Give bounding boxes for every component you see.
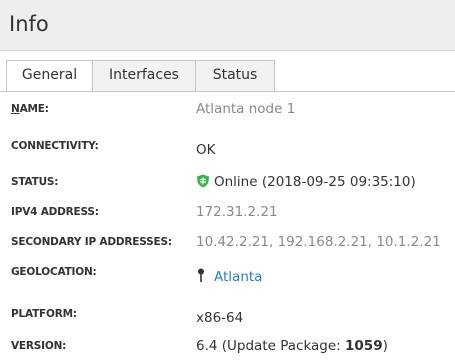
row-geolocation: GEOLOCATION: Atlanta bbox=[0, 262, 455, 285]
ipv4-value: 172.31.2.21 bbox=[196, 204, 278, 220]
tab-bar: General Interfaces Status bbox=[0, 60, 455, 92]
tab-interfaces[interactable]: Interfaces bbox=[92, 60, 196, 91]
geolocation-label: GEOLOCATION: bbox=[11, 266, 97, 278]
version-label: VERSION: bbox=[11, 340, 67, 352]
connectivity-value: OK bbox=[196, 142, 216, 158]
row-name: NAME: Atlanta node 1 bbox=[0, 99, 455, 119]
tab-status[interactable]: Status bbox=[195, 60, 275, 91]
ipv4-label: IPV4 ADDRESS: bbox=[11, 206, 99, 218]
status-label: STATUS: bbox=[11, 176, 59, 188]
status-value: Online (2018-09-25 09:35:10) bbox=[196, 172, 416, 192]
map-pin-icon bbox=[198, 268, 204, 282]
row-platform: PLATFORM: x86-64 bbox=[0, 304, 455, 326]
panel-title: Info bbox=[9, 12, 49, 36]
name-label: NAME: bbox=[11, 103, 49, 115]
shield-online-icon bbox=[197, 174, 209, 188]
tabs-divider bbox=[0, 91, 455, 92]
version-value: 6.4 (Update Package: 1059) bbox=[196, 338, 388, 354]
geolocation-value: Atlanta bbox=[196, 267, 262, 287]
panel-header: Info bbox=[0, 0, 455, 51]
platform-value: x86-64 bbox=[196, 310, 244, 326]
name-value: Atlanta node 1 bbox=[196, 101, 296, 117]
row-secondary-ip: SECONDARY IP ADDRESSES: 10.42.2.21, 192.… bbox=[0, 232, 455, 252]
secondary-ip-label: SECONDARY IP ADDRESSES: bbox=[11, 236, 172, 248]
row-status: STATUS: Online (2018-09-25 09:35:10) bbox=[0, 172, 455, 192]
row-connectivity: CONNECTIVITY: OK bbox=[0, 136, 455, 158]
secondary-ip-value: 10.42.2.21, 192.168.2.21, 10.1.2.21 bbox=[196, 234, 441, 250]
platform-label: PLATFORM: bbox=[11, 308, 77, 320]
row-version: VERSION: 6.4 (Update Package: 1059) bbox=[0, 336, 455, 356]
connectivity-label: CONNECTIVITY: bbox=[11, 140, 99, 152]
row-ipv4: IPV4 ADDRESS: 172.31.2.21 bbox=[0, 202, 455, 222]
geolocation-link[interactable]: Atlanta bbox=[214, 269, 262, 285]
tab-general[interactable]: General bbox=[6, 60, 93, 92]
